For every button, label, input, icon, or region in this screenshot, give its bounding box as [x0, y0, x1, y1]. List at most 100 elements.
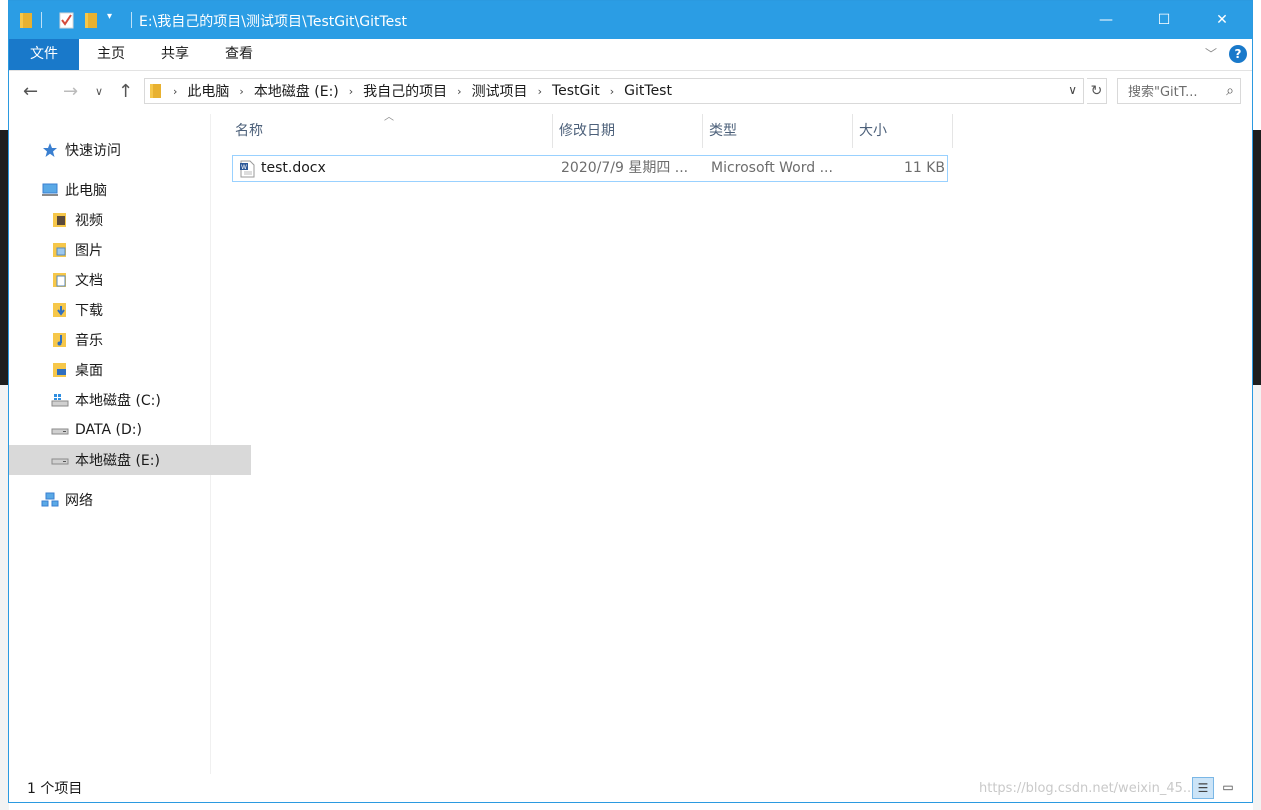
column-header-date-modified[interactable]: 修改日期 — [553, 114, 703, 148]
breadcrumb-testgit[interactable]: TestGit — [546, 83, 606, 99]
drive-icon — [51, 452, 69, 468]
sidebar-item-label: 文档 — [75, 273, 103, 289]
address-history-chevron-icon[interactable]: ∨ — [1068, 83, 1077, 97]
column-header-name[interactable]: 名称 — [229, 114, 553, 148]
navigation-bar: ← → ∨ ↑ › 此电脑 › 本地磁盘 (E:) › 我自己的项目 › 测试项… — [9, 71, 1252, 113]
file-size: 11 KB — [903, 160, 945, 176]
sidebar-item-videos[interactable]: 视频 — [9, 205, 251, 235]
refresh-icon[interactable]: ↻ — [1087, 78, 1107, 104]
sidebar-item-network[interactable]: 网络 — [9, 485, 241, 515]
up-arrow-icon[interactable]: ↑ — [118, 81, 133, 102]
forward-arrow-icon[interactable]: → — [63, 81, 78, 102]
search-icon[interactable]: ⌕ — [1226, 83, 1234, 99]
tab-share[interactable]: 共享 — [143, 39, 207, 70]
sidebar-item-label: 视频 — [75, 213, 103, 229]
watermark-text: https://blog.csdn.net/weixin_45... — [979, 781, 1196, 796]
system-drive-icon — [51, 392, 69, 408]
sidebar-item-documents[interactable]: 文档 — [9, 265, 251, 295]
expand-ribbon-chevron-icon[interactable]: ﹀ — [1205, 45, 1217, 62]
breadcrumb-separator-icon[interactable]: › — [345, 85, 357, 98]
breadcrumb-separator-icon[interactable]: › — [235, 85, 247, 98]
maximize-button[interactable]: ☐ — [1135, 1, 1193, 39]
file-row[interactable]: W test.docx 2020/7/9 星期四 ... Microsoft W… — [232, 155, 948, 182]
column-header-size[interactable]: 大小 — [853, 114, 953, 148]
sidebar-item-label: 本地磁盘 (E:) — [75, 453, 160, 469]
tab-view[interactable]: 查看 — [207, 39, 271, 70]
file-name: test.docx — [261, 160, 326, 176]
title-bar: ▾ E:\我自己的项目\测试项目\TestGit\GitTest — ☐ ✕ — [9, 1, 1252, 39]
breadcrumb-test-projects[interactable]: 测试项目 — [466, 81, 534, 101]
recent-locations-chevron-icon[interactable]: ∨ — [95, 85, 103, 98]
file-name-cell: W test.docx — [239, 156, 551, 181]
sidebar-item-label: 下载 — [75, 303, 103, 319]
sidebar-item-label: 音乐 — [75, 333, 103, 349]
new-folder-icon[interactable] — [84, 11, 100, 33]
large-icons-view-icon[interactable]: ▭ — [1217, 777, 1239, 799]
pictures-folder-icon — [51, 242, 69, 258]
sidebar-item-drive-e[interactable]: 本地磁盘 (E:) — [9, 445, 251, 475]
breadcrumb-my-projects[interactable]: 我自己的项目 — [357, 81, 453, 101]
drive-icon — [51, 422, 69, 438]
sidebar-item-label: 图片 — [75, 243, 103, 259]
sidebar-item-label: DATA (D:) — [75, 422, 142, 438]
network-icon — [41, 492, 59, 508]
star-icon — [41, 142, 59, 158]
sidebar-item-label: 此电脑 — [65, 183, 107, 199]
window-title: E:\我自己的项目\测试项目\TestGit\GitTest — [139, 14, 408, 30]
breadcrumb-separator-icon[interactable]: › — [534, 85, 546, 98]
item-count: 1 个项目 — [27, 781, 83, 797]
qat-separator — [41, 12, 42, 28]
properties-icon[interactable] — [59, 11, 75, 33]
ribbon-tabs: 文件 主页 共享 查看 ﹀ ? — [9, 39, 1252, 71]
word-document-icon: W — [239, 160, 255, 178]
sidebar-item-music[interactable]: 音乐 — [9, 325, 251, 355]
minimize-button[interactable]: — — [1077, 1, 1135, 39]
folder-icon[interactable] — [19, 11, 35, 33]
breadcrumb-this-pc[interactable]: 此电脑 — [181, 81, 235, 101]
sidebar-item-drive-d[interactable]: DATA (D:) — [9, 415, 251, 445]
search-box[interactable]: ⌕ — [1117, 78, 1241, 104]
documents-folder-icon — [51, 272, 69, 288]
sidebar-item-label: 桌面 — [75, 363, 103, 379]
details-view-icon[interactable]: ☰ — [1192, 777, 1214, 799]
svg-text:W: W — [241, 164, 247, 171]
background-window-edge-right-light — [1253, 385, 1261, 810]
breadcrumb-drive-e[interactable]: 本地磁盘 (E:) — [248, 81, 345, 101]
sidebar-item-pictures[interactable]: 图片 — [9, 235, 251, 265]
close-button[interactable]: ✕ — [1193, 1, 1251, 39]
sidebar-item-downloads[interactable]: 下载 — [9, 295, 251, 325]
file-date-modified: 2020/7/9 星期四 ... — [561, 160, 689, 176]
address-folder-icon — [145, 83, 169, 99]
computer-icon — [41, 182, 59, 198]
back-arrow-icon[interactable]: ← — [23, 81, 38, 102]
column-header-type[interactable]: 类型 — [703, 114, 853, 148]
sidebar-item-drive-c[interactable]: 本地磁盘 (C:) — [9, 385, 251, 415]
sidebar-item-this-pc[interactable]: 此电脑 — [9, 175, 241, 205]
sidebar-item-label: 快速访问 — [65, 143, 121, 159]
video-folder-icon — [51, 212, 69, 228]
sidebar-item-label: 网络 — [65, 493, 93, 509]
file-explorer-window: ▾ E:\我自己的项目\测试项目\TestGit\GitTest — ☐ ✕ 文… — [8, 0, 1253, 803]
breadcrumb-separator-icon[interactable]: › — [169, 85, 181, 98]
sidebar-item-label: 本地磁盘 (C:) — [75, 393, 161, 409]
background-window-edge-right — [1253, 130, 1261, 385]
breadcrumb: › 此电脑 › 本地磁盘 (E:) › 我自己的项目 › 测试项目 › Test… — [145, 79, 678, 103]
address-bar[interactable]: › 此电脑 › 本地磁盘 (E:) › 我自己的项目 › 测试项目 › Test… — [144, 78, 1084, 104]
navigation-pane: 快速访问 此电脑 视频 图片 文档 下载 音乐 桌面 本地磁盘 (C:) DAT… — [9, 114, 251, 774]
desktop-folder-icon — [51, 362, 69, 378]
music-folder-icon — [51, 332, 69, 348]
search-input[interactable] — [1126, 80, 1220, 104]
file-type: Microsoft Word ... — [711, 160, 833, 176]
sidebar-item-quick-access[interactable]: 快速访问 — [9, 135, 241, 165]
tab-file[interactable]: 文件 — [9, 39, 79, 70]
tab-home[interactable]: 主页 — [79, 39, 143, 70]
breadcrumb-separator-icon[interactable]: › — [453, 85, 465, 98]
title-separator — [131, 12, 132, 28]
breadcrumb-gittest[interactable]: GitTest — [618, 83, 678, 99]
sidebar-item-desktop[interactable]: 桌面 — [9, 355, 251, 385]
status-bar: 1 个项目 https://blog.csdn.net/weixin_45...… — [9, 774, 1252, 802]
breadcrumb-separator-icon[interactable]: › — [606, 85, 618, 98]
downloads-folder-icon — [51, 302, 69, 318]
qat-dropdown-icon[interactable]: ▾ — [107, 11, 112, 22]
help-icon[interactable]: ? — [1229, 45, 1247, 63]
